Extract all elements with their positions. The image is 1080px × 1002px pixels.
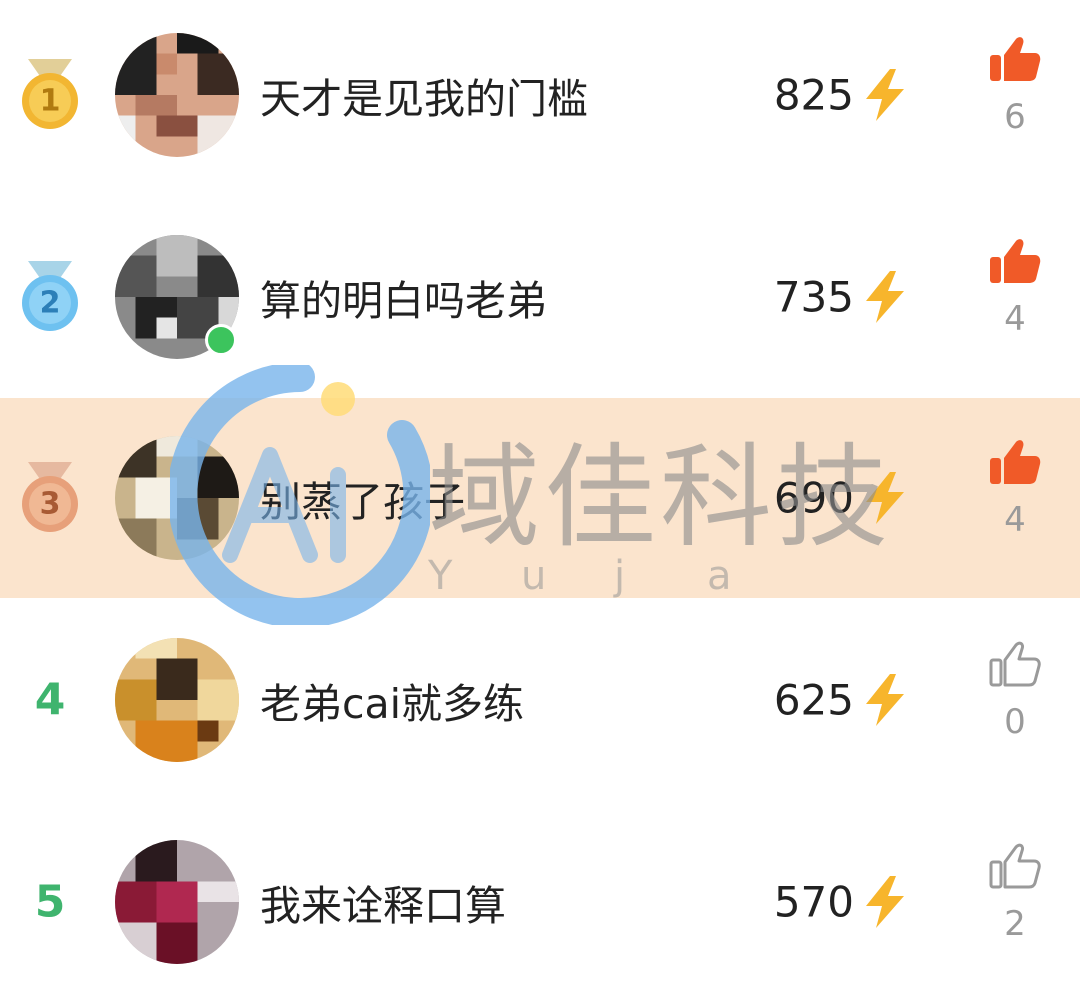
lightning-bolt-icon bbox=[860, 269, 910, 325]
thumbs-up-outline-icon[interactable] bbox=[988, 840, 1042, 894]
score-value: 825 bbox=[773, 70, 854, 120]
rank-number: 3 bbox=[39, 486, 61, 522]
avatar[interactable] bbox=[115, 638, 239, 762]
score-value: 735 bbox=[773, 272, 854, 322]
rank-number: 4 bbox=[34, 674, 66, 726]
player-name: 我来诠释口算 bbox=[260, 882, 506, 930]
player-name: 别蒸了孩子 bbox=[260, 478, 465, 526]
silver-medal-icon: 2 bbox=[14, 257, 86, 337]
thumbs-up-icon[interactable] bbox=[988, 33, 1042, 87]
lightning-bolt-icon bbox=[860, 470, 910, 526]
score-value: 625 bbox=[773, 675, 854, 725]
leaderboard-row-current-user[interactable]: 3 别蒸了孩子 690 4 bbox=[0, 398, 1080, 598]
online-status-indicator bbox=[205, 324, 237, 356]
lightning-bolt-icon bbox=[860, 672, 910, 728]
lightning-bolt-icon bbox=[860, 67, 910, 123]
leaderboard-row[interactable]: 4 老弟cai就多练 625 0 bbox=[0, 600, 1080, 800]
player-name: 老弟cai就多练 bbox=[260, 680, 525, 728]
like-count: 2 bbox=[1004, 904, 1026, 944]
leaderboard-row[interactable]: 1 天才是见我的门槛 825 6 bbox=[0, 0, 1080, 195]
thumbs-up-icon[interactable] bbox=[988, 235, 1042, 289]
leaderboard-list: 1 天才是见我的门槛 825 6 2 算的明白吗老弟 735 4 3 别蒸了孩子… bbox=[0, 0, 1080, 987]
lightning-bolt-icon bbox=[860, 874, 910, 930]
thumbs-up-outline-icon[interactable] bbox=[988, 638, 1042, 692]
leaderboard-row[interactable]: 2 算的明白吗老弟 735 4 bbox=[0, 197, 1080, 397]
score-value: 690 bbox=[773, 473, 854, 523]
player-name: 天才是见我的门槛 bbox=[260, 75, 588, 123]
like-count: 6 bbox=[1004, 97, 1026, 137]
rank-number: 2 bbox=[39, 285, 61, 321]
thumbs-up-icon[interactable] bbox=[988, 436, 1042, 490]
avatar[interactable] bbox=[115, 33, 239, 157]
gold-medal-icon: 1 bbox=[14, 55, 86, 135]
like-count: 0 bbox=[1004, 702, 1026, 742]
score-value: 570 bbox=[773, 877, 854, 927]
rank-number: 1 bbox=[39, 83, 61, 119]
rank-number: 5 bbox=[34, 876, 66, 928]
avatar[interactable] bbox=[115, 840, 239, 964]
like-count: 4 bbox=[1004, 500, 1026, 540]
bronze-medal-icon: 3 bbox=[14, 458, 86, 538]
avatar[interactable] bbox=[115, 436, 239, 560]
like-count: 4 bbox=[1004, 299, 1026, 339]
leaderboard-row[interactable]: 5 我来诠释口算 570 2 bbox=[0, 802, 1080, 1002]
player-name: 算的明白吗老弟 bbox=[260, 277, 547, 325]
